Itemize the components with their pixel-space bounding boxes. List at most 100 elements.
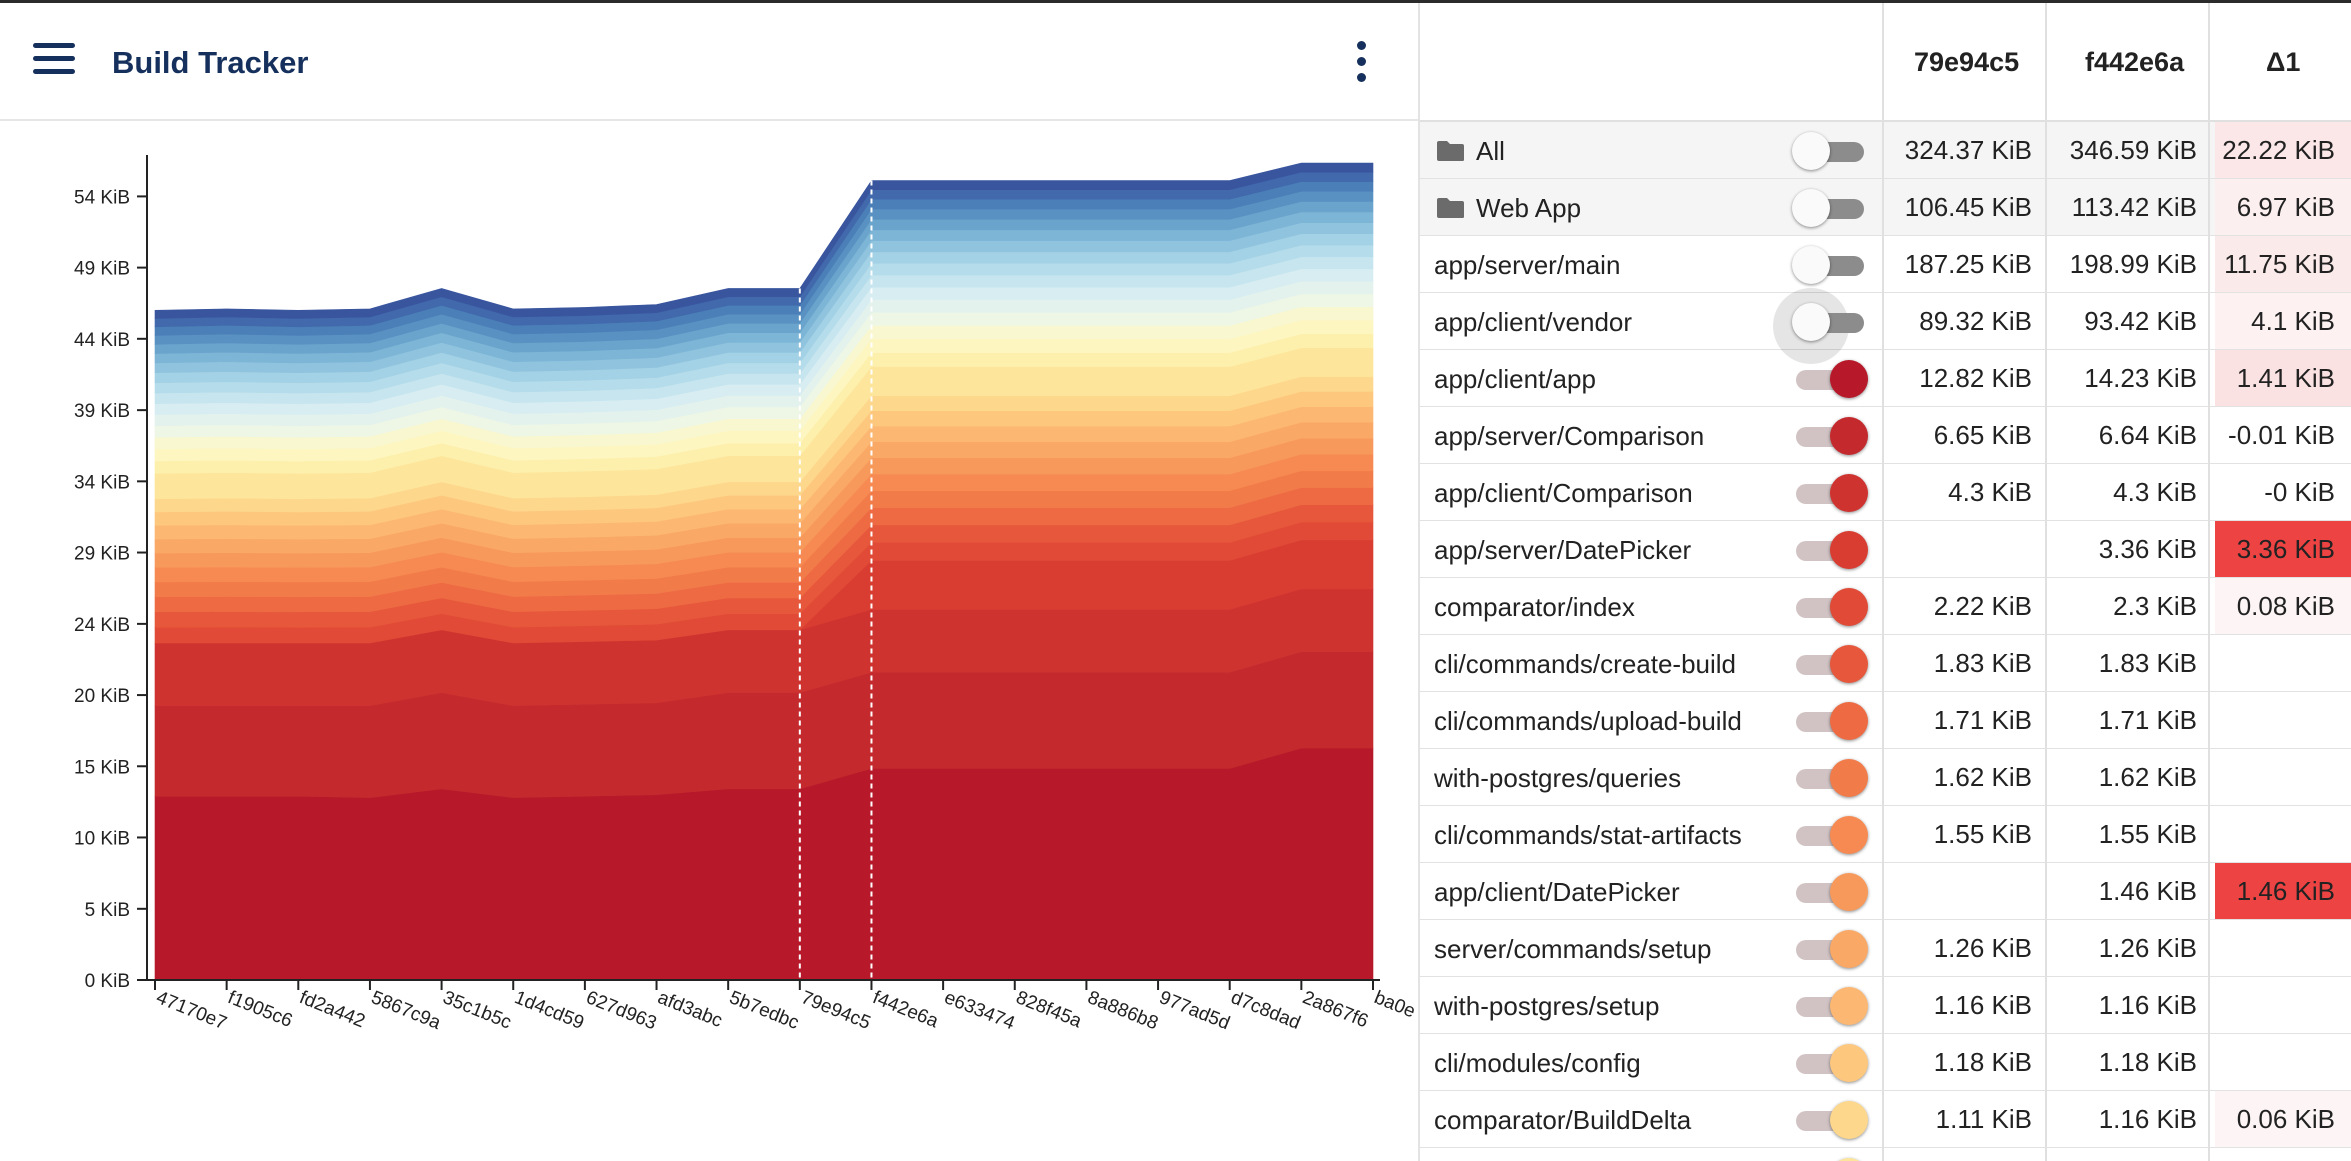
delta-cell: 0.06 KiB [2215, 1091, 2351, 1147]
table-row[interactable]: with-postgres/queries 1.62 KiB 1.62 KiB [1420, 749, 2351, 806]
y-tick-label: 5 KiB [85, 900, 130, 921]
column-divider [1882, 3, 1884, 1161]
visibility-toggle[interactable] [1792, 531, 1868, 569]
row-name: app/client/app [1434, 364, 1596, 394]
x-tick-label: f1905c6 [225, 987, 296, 1032]
visibility-toggle[interactable] [1792, 987, 1868, 1025]
row-name: app/server/Comparison [1434, 421, 1705, 451]
table-row[interactable]: cli/commands/upload-build 1.71 KiB 1.71 Ki… [1420, 692, 2351, 749]
delta-cell: 22.22 KiB [2215, 122, 2351, 178]
x-tick-label: f442e6a [870, 987, 942, 1032]
y-tick-label: 24 KiB [74, 615, 130, 636]
visibility-toggle[interactable] [1792, 1044, 1868, 1082]
row-name: app/client/Comparison [1434, 478, 1693, 508]
delta-cell [2215, 749, 2351, 805]
x-tick-label: 977ad5d [1156, 987, 1232, 1034]
delta-cell: 3.36 KiB [2215, 521, 2351, 577]
value-cell: 14.23 KiB [2084, 363, 2197, 393]
table-row[interactable]: cli/commands/stat-artifacts 1.55 KiB 1.55 … [1420, 806, 2351, 863]
delta-cell [2215, 920, 2351, 976]
value-cell: 1.71 KiB [1933, 705, 2032, 735]
delta-cell: 0.08 KiB [2215, 578, 2351, 634]
value-cell: 106.45 KiB [1904, 192, 2032, 222]
value-cell [1882, 1148, 2032, 1161]
visibility-toggle[interactable] [1792, 246, 1868, 284]
value-cell: 12.82 KiB [1919, 363, 2032, 393]
value-cell: 93.42 KiB [2084, 306, 2197, 336]
visibility-toggle[interactable] [1792, 474, 1868, 512]
menu-icon[interactable] [33, 43, 79, 79]
x-tick-label: e633474 [941, 987, 1018, 1034]
value-cell: 1.55 KiB [2098, 819, 2197, 849]
row-name: cli/commands/upload-build [1434, 706, 1742, 736]
x-tick-label: 2a867f6 [1299, 987, 1371, 1032]
stacked-area-chart[interactable]: 0 KiB 5 KiB 10 KiB 15 KiB 20 KiB 24 KiB 29 KiB… [0, 123, 1418, 1043]
table-row[interactable]: app/client/app 12.82 KiB 14.23 KiB 1.41 KiB [1420, 350, 2351, 407]
delta-cell: -0 KiB [2264, 477, 2335, 507]
table-row[interactable]: app/client/vendor 89.32 KiB 93.42 KiB 4.1 K… [1420, 288, 2351, 364]
y-tick-label: 10 KiB [74, 828, 130, 849]
column-divider [2045, 3, 2047, 1161]
delta-cell: 4.1 KiB [2215, 293, 2351, 349]
visibility-toggle[interactable] [1792, 759, 1868, 797]
visibility-toggle[interactable] [1792, 645, 1868, 683]
table-row[interactable]: with-postgres/setup 1.16 KiB 1.16 KiB [1420, 977, 2351, 1034]
delta-cell [2215, 977, 2351, 1033]
comparison-table: 79e94c5 f442e6a Δ1 All 324.37 KiB 346.59 K… [1420, 3, 2351, 1161]
value-cell: 3.36 KiB [2098, 534, 2197, 564]
x-tick-label: fd2a442 [296, 987, 368, 1032]
group-row[interactable]: Web App 106.45 KiB 113.42 KiB 6.97 KiB [1420, 179, 2351, 236]
y-tick-label: 44 KiB [74, 330, 130, 351]
column-header-delta[interactable]: Δ1 [2266, 47, 2300, 78]
table-row[interactable]: app/client/DatePicker 1.46 KiB 1.46 KiB [1420, 863, 2351, 920]
row-name: server/commands/setup [1434, 934, 1712, 964]
visibility-toggle[interactable] [1792, 588, 1868, 626]
visibility-toggle[interactable] [1792, 816, 1868, 854]
column-header-f442e6a[interactable]: f442e6a [2085, 47, 2184, 78]
table-row[interactable]: server/commands/setup 1.26 KiB 1.26 KiB [1420, 920, 2351, 977]
value-cell: 4.3 KiB [1948, 477, 2032, 507]
table-row[interactable]: cli/commands/create-build 1.83 KiB 1.83 Ki… [1420, 635, 2351, 692]
value-cell: 6.64 KiB [2098, 420, 2197, 450]
group-row[interactable]: All 324.37 KiB 346.59 KiB 22.22 KiB [1420, 122, 2351, 179]
table-row[interactable]: comparator/index 2.22 KiB 2.3 KiB 0.08 KiB [1420, 578, 2351, 635]
row-name: with-postgres/setup [1434, 991, 1660, 1021]
y-tick-label: 34 KiB [74, 472, 130, 493]
y-tick-label: 15 KiB [74, 757, 130, 778]
table-row[interactable]: app/server/Comparison 6.65 KiB 6.64 KiB -0.… [1420, 407, 2351, 464]
x-tick-label: 5b7edbc [726, 987, 801, 1034]
visibility-toggle[interactable] [1792, 702, 1868, 740]
value-cell [2047, 1148, 2197, 1161]
column-header-79e94c5[interactable]: 79e94c5 [1914, 47, 2019, 78]
value-cell: 1.16 KiB [2098, 1104, 2197, 1134]
value-cell: 324.37 KiB [1904, 135, 2032, 165]
visibility-toggle[interactable] [1792, 132, 1868, 170]
value-cell: 1.18 KiB [1933, 1047, 2032, 1077]
visibility-toggle[interactable] [1792, 417, 1868, 455]
more-options-icon[interactable] [1350, 41, 1372, 87]
value-cell [1882, 863, 2032, 919]
table-row[interactable]: app/client/Comparison 4.3 KiB 4.3 KiB -0 Ki… [1420, 464, 2351, 521]
app-title: Build Tracker [112, 45, 309, 80]
delta-cell [2215, 692, 2351, 748]
value-cell: 2.3 KiB [2113, 591, 2197, 621]
folder-icon [1437, 141, 1464, 161]
table-row[interactable]: comparator/BuildDelta 1.11 KiB 1.16 KiB 0.0… [1420, 1091, 2351, 1148]
delta-cell: 1.46 KiB [2215, 863, 2351, 919]
delta-cell: 6.97 KiB [2215, 179, 2351, 235]
row-name: comparator/BuildDelta [1434, 1105, 1692, 1135]
delta-cell: 1.41 KiB [2215, 350, 2351, 406]
delta-cell: -0.01 KiB [2228, 420, 2335, 450]
table-row[interactable] [1420, 1148, 2351, 1161]
table-row[interactable]: app/server/DatePicker 3.36 KiB 3.36 KiB [1420, 521, 2351, 578]
table-row[interactable]: cli/modules/config 1.18 KiB 1.18 KiB [1420, 1034, 2351, 1091]
visibility-toggle[interactable] [1792, 189, 1868, 227]
visibility-toggle[interactable] [1792, 360, 1868, 398]
row-name: cli/commands/stat-artifacts [1434, 820, 1742, 850]
visibility-toggle[interactable] [1792, 930, 1868, 968]
visibility-toggle[interactable] [1792, 1101, 1868, 1139]
table-row[interactable]: app/server/main 187.25 KiB 198.99 KiB 11.75… [1420, 236, 2351, 293]
visibility-toggle[interactable] [1792, 873, 1868, 911]
visibility-toggle[interactable] [1773, 288, 1868, 364]
value-cell: 1.26 KiB [2098, 933, 2197, 963]
